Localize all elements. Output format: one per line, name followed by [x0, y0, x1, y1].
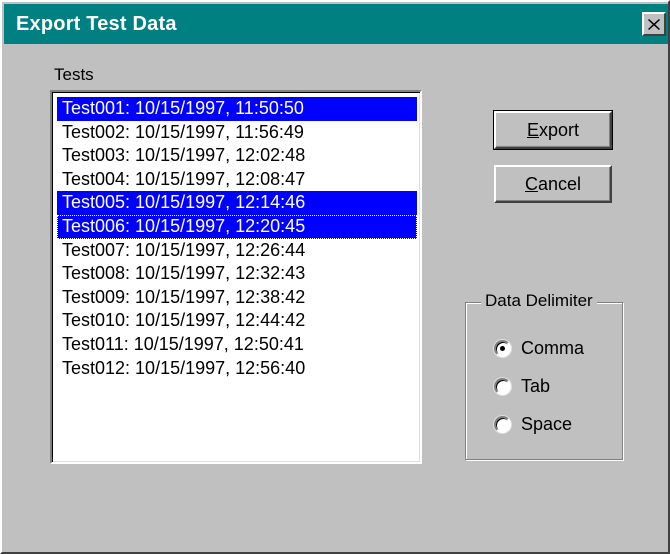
export-test-data-dialog: Export Test Data Tests Test001: 10/15/19… — [0, 0, 670, 554]
list-item[interactable]: Test010: 10/15/1997, 12:44:42 — [57, 309, 417, 333]
data-delimiter-group: Data Delimiter Comma Tab Space — [465, 291, 623, 460]
list-item[interactable]: Test009: 10/15/1997, 12:38:42 — [57, 286, 417, 310]
list-item[interactable]: Test005: 10/15/1997, 12:14:46 — [57, 191, 417, 215]
radio-label: Tab — [521, 375, 551, 396]
list-item[interactable]: Test012: 10/15/1997, 12:56:40 — [57, 357, 417, 381]
list-item[interactable]: Test002: 10/15/1997, 11:56:49 — [57, 121, 417, 145]
radio-button[interactable] — [494, 339, 511, 357]
radio-option-tab[interactable]: Tab — [494, 374, 550, 398]
window-title: Export Test Data — [16, 13, 177, 35]
list-item[interactable]: Test003: 10/15/1997, 12:02:48 — [57, 144, 417, 168]
cancel-button-label: Cancel — [524, 174, 582, 194]
close-icon — [648, 18, 660, 30]
list-item[interactable]: Test008: 10/15/1997, 12:32:43 — [57, 262, 417, 286]
list-item[interactable]: Test007: 10/15/1997, 12:26:44 — [57, 239, 417, 263]
radio-label: Space — [521, 413, 573, 434]
export-button[interactable]: Export — [493, 110, 613, 150]
list-item[interactable]: Test006: 10/15/1997, 12:20:45 — [57, 214, 417, 239]
radio-button[interactable] — [494, 415, 511, 433]
list-item[interactable]: Test011: 10/15/1997, 12:50:41 — [57, 333, 417, 357]
tests-listbox[interactable]: Test001: 10/15/1997, 11:50:50 Test002: 10… — [50, 90, 422, 464]
tests-list: Test001: 10/15/1997, 11:50:50 Test002: 10… — [57, 97, 417, 380]
radio-label: Comma — [521, 337, 585, 358]
data-delimiter-label: Data Delimiter — [481, 291, 597, 311]
radio-button[interactable] — [494, 377, 511, 395]
title-bar[interactable]: Export Test Data — [4, 4, 668, 44]
tests-label: Tests — [54, 65, 94, 84]
radio-option-space[interactable]: Space — [494, 412, 572, 436]
list-item[interactable]: Test001: 10/15/1997, 11:50:50 — [57, 97, 417, 121]
close-button[interactable] — [642, 12, 666, 36]
radio-option-comma[interactable]: Comma — [494, 336, 584, 360]
export-button-label: Export — [526, 120, 580, 140]
cancel-button[interactable]: Cancel — [494, 165, 612, 203]
list-item[interactable]: Test004: 10/15/1997, 12:08:47 — [57, 168, 417, 192]
